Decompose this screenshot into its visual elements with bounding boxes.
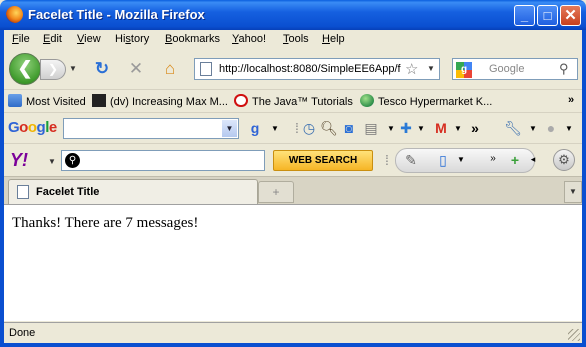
search-icon[interactable]: ⚲: [559, 61, 569, 77]
close-button[interactable]: ✕: [560, 5, 581, 26]
bookmark-java-tutorials[interactable]: The Java™ Tutorials: [234, 94, 353, 108]
google-toolbar: Google ▼ g ▼ ⁞ ◷ 🔍︎ ◙ ▤ ▼ ✚ ▼ M ▼ » 🔧︎ ▼…: [4, 112, 582, 142]
new-tab-button[interactable]: +: [258, 181, 294, 203]
url-text[interactable]: http://localhost:8080/SimpleEE6App/f: [219, 63, 404, 75]
google-search-dropdown-icon[interactable]: ▼: [266, 124, 284, 133]
collapse-icon[interactable]: ◂: [524, 154, 542, 165]
tab-label: Facelet Title: [36, 186, 100, 198]
search-input[interactable]: Google: [489, 63, 524, 75]
bookmarks-overflow-icon[interactable]: »: [568, 94, 574, 106]
pencil-icon[interactable]: ✎: [402, 152, 420, 169]
resize-grip[interactable]: [568, 329, 580, 341]
google-search-input[interactable]: ▼: [63, 118, 239, 139]
menu-view[interactable]: View: [77, 33, 101, 45]
bookmark-tesco[interactable]: Tesco Hypermarket K...: [360, 94, 492, 108]
settings-gear-icon[interactable]: ⚙: [553, 149, 575, 171]
bookmark-most-visited[interactable]: Most Visited: [8, 94, 86, 108]
menu-help[interactable]: Help: [322, 33, 345, 45]
search-icon: ⚲: [65, 153, 80, 168]
separator-icon: ⁞: [385, 152, 389, 168]
bookmark-folder-icon: [8, 94, 22, 107]
history-dropdown-icon[interactable]: ▼: [69, 64, 77, 73]
google-search-icon[interactable]: g: [246, 120, 264, 136]
firefox-logo-icon: [6, 6, 23, 23]
google-toolbar-overflow-icon[interactable]: »: [466, 120, 484, 136]
wrench-icon[interactable]: 🔧︎: [504, 120, 522, 137]
bookmark-dropdown-icon[interactable]: ▼: [452, 155, 470, 164]
bookmarks-toolbar: Most Visited (dv) Increasing Max M... Th…: [4, 89, 582, 111]
tab-list-dropdown-icon[interactable]: ▼: [564, 181, 582, 203]
web-search-button[interactable]: WEB SEARCH: [273, 150, 373, 171]
google-logo[interactable]: Google: [8, 119, 57, 136]
stop-icon[interactable]: ✕: [126, 59, 146, 79]
page-content: Thanks! There are 7 messages!: [4, 204, 582, 321]
tab-strip: Facelet Title + ▼: [4, 176, 582, 205]
yahoo-dropdown-icon[interactable]: ▼: [48, 157, 56, 166]
reload-icon[interactable]: ↻: [92, 59, 112, 79]
camera-icon[interactable]: ◙: [340, 120, 358, 136]
menu-tools[interactable]: Tools: [283, 33, 309, 45]
mt-icon: [92, 94, 106, 107]
forward-button[interactable]: ❯: [40, 59, 66, 80]
bookmark-dv[interactable]: (dv) Increasing Max M...: [92, 94, 228, 108]
status-bar: Done: [4, 322, 582, 343]
search-box[interactable]: g Google ⚲: [452, 58, 578, 80]
google-engine-icon[interactable]: g: [456, 62, 472, 78]
window-title: Facelet Title - Mozilla Firefox: [28, 7, 205, 22]
bookmark-icon[interactable]: ▯: [434, 152, 452, 169]
yahoo-toolbar: Y! ▼ ⚲ WEB SEARCH ⁞ ✎ ▯ ▼ » + ◂ ⚙: [4, 143, 582, 176]
puzzle-dropdown-icon[interactable]: ▼: [412, 124, 430, 133]
oracle-icon: [234, 94, 248, 107]
minimize-button[interactable]: _: [514, 5, 535, 26]
gmail-icon[interactable]: M: [432, 120, 450, 136]
more-icon[interactable]: »: [484, 153, 502, 164]
gmail-dropdown-icon[interactable]: ▼: [449, 124, 467, 133]
url-dropdown-icon[interactable]: ▼: [427, 64, 435, 73]
menu-yahoo[interactable]: Yahoo!: [232, 33, 266, 45]
wrench-dropdown-icon[interactable]: ▼: [524, 124, 542, 133]
menu-edit[interactable]: Edit: [43, 33, 62, 45]
title-bar[interactable]: Facelet Title - Mozilla Firefox _ □ ✕: [0, 0, 586, 30]
home-icon[interactable]: ⌂: [160, 59, 180, 79]
yahoo-search-input[interactable]: ⚲: [61, 150, 265, 171]
profile-dropdown-icon[interactable]: ▼: [560, 124, 578, 133]
tab-facelet-title[interactable]: Facelet Title: [8, 179, 258, 205]
magnify-icon[interactable]: 🔍︎: [320, 120, 338, 137]
menu-history[interactable]: History: [115, 33, 149, 45]
maximize-button[interactable]: □: [537, 5, 558, 26]
navigation-toolbar: ❮ ❯ ▼ ↻ ✕ ⌂ http://localhost:8080/Simple…: [4, 50, 582, 88]
status-text: Done: [9, 327, 36, 339]
bookmark-star-icon[interactable]: ☆: [405, 60, 418, 78]
profile-icon[interactable]: ●: [542, 120, 560, 136]
clock-icon[interactable]: ◷: [300, 120, 318, 137]
back-button[interactable]: ❮: [9, 53, 41, 85]
window-icon[interactable]: ▤: [362, 120, 380, 137]
menu-bar: File Edit View History Bookmarks Yahoo! …: [4, 30, 582, 50]
add-icon[interactable]: +: [506, 152, 524, 168]
google-search-dropdown-icon[interactable]: ▼: [222, 120, 237, 137]
page-icon: [200, 62, 212, 76]
menu-bookmarks[interactable]: Bookmarks: [165, 33, 220, 45]
address-bar[interactable]: http://localhost:8080/SimpleEE6App/f ☆ ▼: [194, 58, 440, 80]
page-icon: [17, 185, 29, 199]
menu-file[interactable]: File: [12, 33, 30, 45]
yahoo-logo[interactable]: Y!: [10, 150, 28, 171]
messages-text: Thanks! There are 7 messages!: [12, 215, 199, 231]
yahoo-tools-group: ✎ ▯ ▼ » + ◂: [395, 148, 535, 173]
globe-icon: [360, 94, 374, 107]
